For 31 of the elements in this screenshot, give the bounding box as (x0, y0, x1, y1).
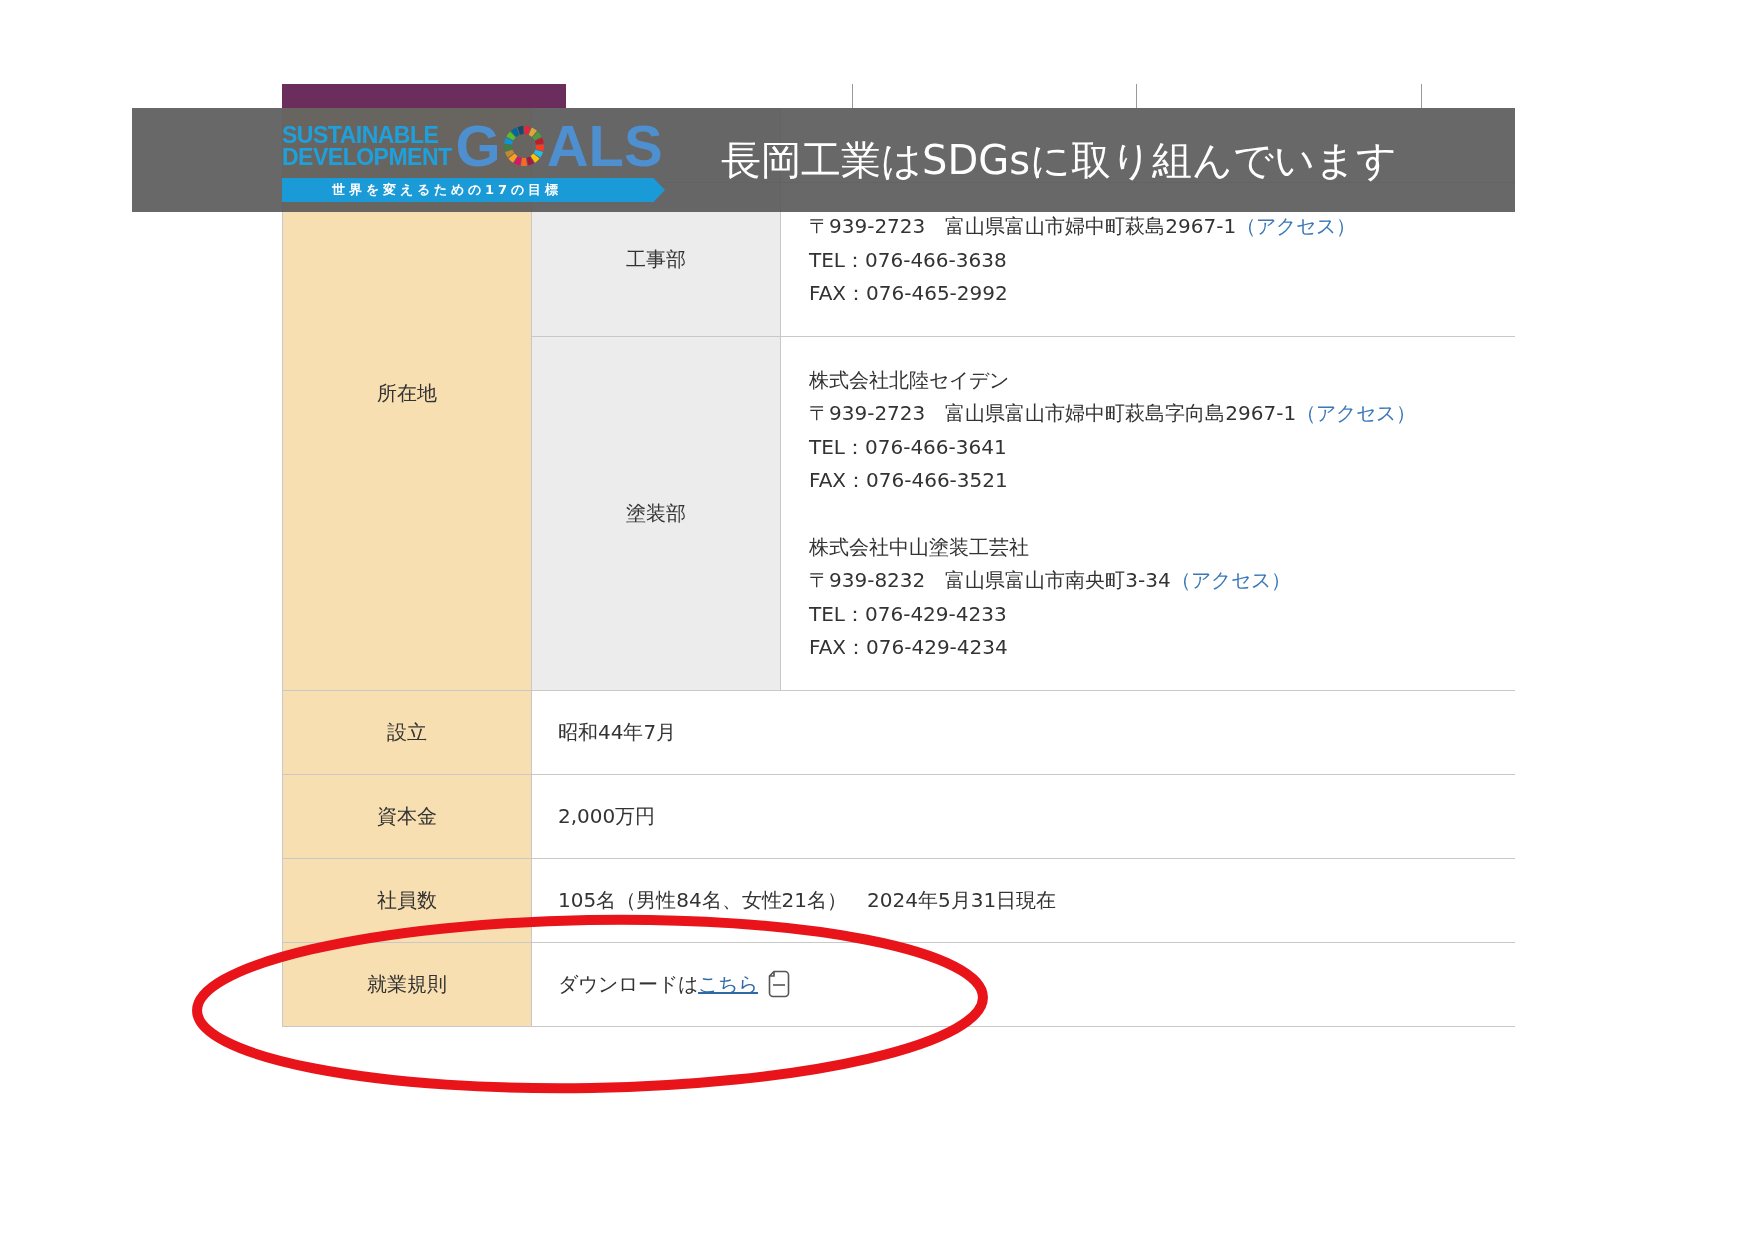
logo-text: SUSTAINABLE (282, 124, 440, 146)
address-line: TEL：076-429-4233 (809, 600, 1008, 628)
logo-wordmark: ALS (546, 118, 663, 174)
row-label: 設立 (283, 690, 532, 775)
address-line: 株式会社中山塗装工芸社 (809, 533, 1030, 561)
download-text: ダウンロードは (558, 970, 698, 998)
department-label: 塗装部 (532, 336, 781, 691)
access-link[interactable]: （アクセス） (1296, 401, 1417, 425)
file-icon (768, 970, 790, 998)
row-value: 2,000万円 (558, 802, 656, 830)
banner-title: 長岡工業はSDGsに取り組んでいます (721, 135, 1398, 185)
address-line: 〒939-2723 富山県富山市婦中町萩島2967-1（アクセス） (809, 213, 1358, 240)
logo-text: DEVELOPMENT (282, 146, 452, 168)
logo-wordmark: G (455, 118, 501, 174)
color-wheel-icon (501, 124, 546, 168)
address-line: FAX：076-429-4234 (809, 634, 1009, 661)
row-value: 105名（男性84名、女性21名） 2024年5月31日現在 (558, 886, 1057, 914)
address-line: TEL：076-466-3641 (809, 433, 1008, 461)
address-line: 株式会社北陸セイデン (809, 366, 1010, 394)
address-line: TEL：076-466-3638 (809, 246, 1008, 274)
address-line: FAX：076-465-2992 (809, 280, 1009, 307)
address-line: 〒939-8232 富山県富山市南央町3-34（アクセス） (809, 567, 1292, 594)
access-link[interactable]: （アクセス） (1170, 568, 1291, 592)
address-line: 〒939-2723 富山県富山市婦中町萩島字向島2967-1（アクセス） (809, 400, 1418, 427)
access-link[interactable]: （アクセス） (1236, 214, 1357, 238)
row-label: 資本金 (283, 774, 532, 859)
address-line: FAX：076-466-3521 (809, 467, 1009, 494)
row-value: 昭和44年7月 (558, 718, 677, 746)
download-link[interactable]: こちら (698, 970, 758, 998)
row-label: 就業規則 (283, 942, 532, 1027)
logo-tagline: 世界を変えるための17の目標 (282, 178, 665, 202)
